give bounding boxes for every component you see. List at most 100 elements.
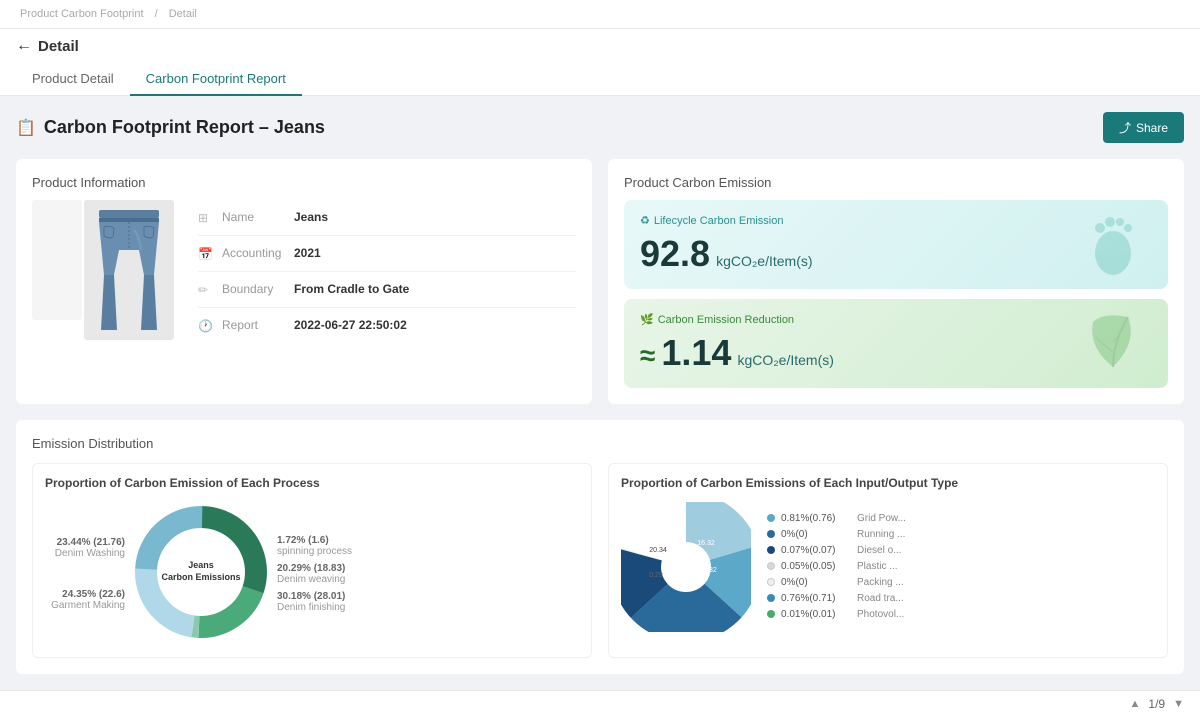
pie-svg-right: 20.34 16.32 26.32 16.09 0.29 xyxy=(621,502,751,635)
page-header: ← Detail Product Detail Carbon Footprint… xyxy=(0,29,1200,96)
field-value-boundary: From Cradle to Gate xyxy=(294,282,409,296)
page-up-arrow[interactable]: ▲ xyxy=(1130,698,1141,710)
legend-grid-power: 0.81%(0.76) Grid Pow... xyxy=(767,513,906,524)
field-boundary: ✏ Boundary From Cradle to Gate xyxy=(198,272,576,308)
jeans-image xyxy=(89,205,169,335)
footprint-decoration xyxy=(1078,208,1148,278)
breadcrumb: Product Carbon Footprint / Detail xyxy=(0,0,1200,29)
label-garment-making: 24.35% (22.6) Garment Making xyxy=(45,589,125,611)
legend-road: 0.76%(0.71) Road tra... xyxy=(767,593,906,604)
pie-labels-left: 23.44% (21.76) Denim Washing 24.35% (22.… xyxy=(45,537,125,611)
legend-photovol: 0.01%(0.01) Photovol... xyxy=(767,609,906,620)
report-title: 📋 Carbon Footprint Report – Jeans xyxy=(16,117,325,138)
label-weaving: 20.29% (18.83) Denim weaving xyxy=(277,563,357,585)
svg-text:Jeans: Jeans xyxy=(188,560,214,570)
reduction-label: 🌿 Carbon Emission Reduction xyxy=(640,313,1152,326)
bottom-bar: ▲ 1/9 ▼ xyxy=(0,690,1200,717)
report-title-text: Carbon Footprint Report – Jeans xyxy=(44,117,325,138)
distribution-title: Emission Distribution xyxy=(32,436,1168,451)
legend-plastic: 0.05%(0.05) Plastic ... xyxy=(767,561,906,572)
info-emission-grid: Product Information xyxy=(16,159,1184,404)
field-label-report: Report xyxy=(222,318,294,332)
chart-right: Proportion of Carbon Emissions of Each I… xyxy=(608,463,1168,658)
tab-bar: Product Detail Carbon Footprint Report xyxy=(16,63,1184,95)
report-icon: 📋 xyxy=(16,118,36,138)
tab-carbon-report[interactable]: Carbon Footprint Report xyxy=(130,63,302,96)
product-image-area xyxy=(32,200,174,343)
reduction-value: ≈ 1.14 kgCO₂e/Item(s) xyxy=(640,332,1152,374)
chart-left-content: 23.44% (21.76) Denim Washing 24.35% (22.… xyxy=(45,502,579,645)
label-spinning: 1.72% (1.6) spinning process xyxy=(277,535,357,557)
report-header: 📋 Carbon Footprint Report – Jeans ⤴ Shar… xyxy=(16,112,1184,143)
distribution-section: Emission Distribution Proportion of Carb… xyxy=(16,420,1184,674)
field-label-boundary: Boundary xyxy=(222,282,294,296)
share-button[interactable]: ⤴ Share xyxy=(1103,112,1184,143)
breadcrumb-current: Detail xyxy=(169,8,197,20)
pie-svg-left: Jeans Carbon Emissions xyxy=(131,502,271,645)
legend-list: 0.81%(0.76) Grid Pow... 0%(0) Running ..… xyxy=(767,513,906,625)
breadcrumb-separator: / xyxy=(155,8,158,20)
legend-dot-packing xyxy=(767,578,775,586)
field-accounting: 📅 Accounting 2021 xyxy=(198,236,576,272)
field-label-accounting: Accounting xyxy=(222,246,294,260)
report-field-icon: 🕐 xyxy=(198,319,214,333)
lifecycle-card: ♻ Lifecycle Carbon Emission 92.8 kgCO₂e/… xyxy=(624,200,1168,289)
legend-dot-grid xyxy=(767,514,775,522)
emission-section-title: Product Carbon Emission xyxy=(624,175,1168,190)
tab-product-detail[interactable]: Product Detail xyxy=(16,63,130,96)
svg-text:26.32: 26.32 xyxy=(699,567,717,574)
image-main xyxy=(84,200,174,340)
page-down-arrow[interactable]: ▼ xyxy=(1173,698,1184,710)
main-content: 📋 Carbon Footprint Report – Jeans ⤴ Shar… xyxy=(0,96,1200,690)
label-denim-washing: 23.44% (21.76) Denim Washing xyxy=(45,537,125,559)
svg-text:0.29: 0.29 xyxy=(649,572,663,579)
chart-right-title: Proportion of Carbon Emissions of Each I… xyxy=(621,476,1155,490)
product-info-inner: ⊞ Name Jeans 📅 Accounting 2021 ✏ Boundar… xyxy=(32,200,576,343)
reduction-icon: 🌿 xyxy=(640,313,654,326)
share-icon: ⤴ xyxy=(1119,119,1131,136)
legend-packing: 0%(0) Packing ... xyxy=(767,577,906,588)
reduction-unit: kgCO₂e/Item(s) xyxy=(737,352,833,368)
lifecycle-icon: ♻ xyxy=(640,214,650,227)
product-fields: ⊞ Name Jeans 📅 Accounting 2021 ✏ Boundar… xyxy=(190,200,576,343)
page-info: 1/9 xyxy=(1148,697,1165,711)
legend-diesel: 0.07%(0.07) Diesel o... xyxy=(767,545,906,556)
svg-text:16.09: 16.09 xyxy=(677,584,695,591)
field-report: 🕐 Report 2022-06-27 22:50:02 xyxy=(198,308,576,343)
back-button[interactable]: ← Detail xyxy=(16,37,1184,55)
leaf-decoration xyxy=(1078,307,1148,377)
chart-right-content: 20.34 16.32 26.32 16.09 0.29 0.81%(0.76) xyxy=(621,502,1155,635)
legend-dot-plastic xyxy=(767,562,775,570)
emission-section: Product Carbon Emission ♻ Lifecycle Carb… xyxy=(608,159,1184,404)
image-thumbnail xyxy=(32,200,82,320)
field-value-report: 2022-06-27 22:50:02 xyxy=(294,318,407,332)
legend-running: 0%(0) Running ... xyxy=(767,529,906,540)
product-info-title: Product Information xyxy=(32,175,576,190)
charts-row: Proportion of Carbon Emission of Each Pr… xyxy=(32,463,1168,658)
chart-left-title: Proportion of Carbon Emission of Each Pr… xyxy=(45,476,579,490)
page-title: Detail xyxy=(38,38,79,55)
name-icon: ⊞ xyxy=(198,211,214,225)
field-name: ⊞ Name Jeans xyxy=(198,200,576,236)
accounting-icon: 📅 xyxy=(198,247,214,261)
back-arrow-icon: ← xyxy=(16,37,32,55)
boundary-icon: ✏ xyxy=(198,283,214,297)
svg-text:20.34: 20.34 xyxy=(649,547,667,554)
share-label: Share xyxy=(1136,121,1168,135)
pie-labels-right: 1.72% (1.6) spinning process 20.29% (18.… xyxy=(277,535,357,613)
legend-dot-diesel xyxy=(767,546,775,554)
svg-text:Carbon Emissions: Carbon Emissions xyxy=(161,572,240,582)
lifecycle-label: ♻ Lifecycle Carbon Emission xyxy=(640,214,1152,227)
field-value-name: Jeans xyxy=(294,210,328,224)
field-label-name: Name xyxy=(222,210,294,224)
svg-text:16.32: 16.32 xyxy=(697,540,715,547)
breadcrumb-parent[interactable]: Product Carbon Footprint xyxy=(20,8,144,20)
legend-dot-road xyxy=(767,594,775,602)
lifecycle-value: 92.8 kgCO₂e/Item(s) xyxy=(640,233,1152,275)
product-info-card: Product Information xyxy=(16,159,592,404)
lifecycle-unit: kgCO₂e/Item(s) xyxy=(716,253,812,269)
legend-dot-running xyxy=(767,530,775,538)
legend-dot-photovol xyxy=(767,610,775,618)
label-finishing: 30.18% (28.01) Denim finishing xyxy=(277,591,357,613)
chart-left: Proportion of Carbon Emission of Each Pr… xyxy=(32,463,592,658)
